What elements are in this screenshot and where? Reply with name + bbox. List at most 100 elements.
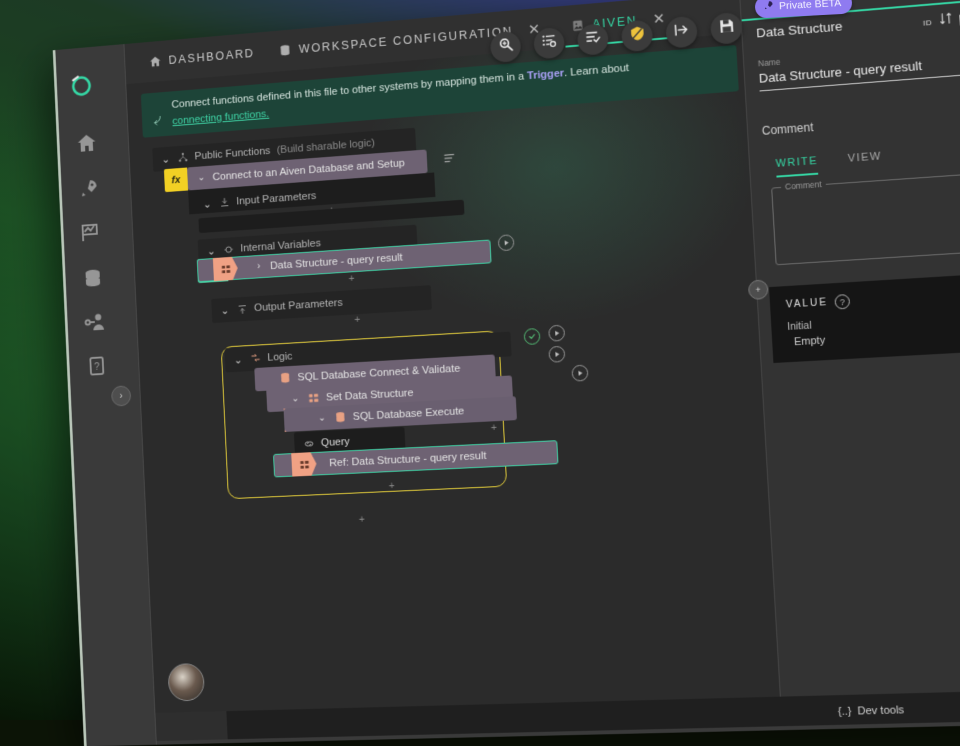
database-icon [278, 43, 292, 58]
value-panel-label: VALUE [786, 297, 829, 310]
play-circle-icon[interactable] [548, 325, 565, 342]
share-nodes-icon [176, 151, 188, 164]
chevron-down-icon[interactable]: ⌄ [206, 244, 216, 257]
node-data-structure-label: Data Structure - query result [270, 252, 403, 272]
sql-db-icon [278, 371, 291, 385]
set-data-icon [306, 391, 319, 405]
add-logic-step-2[interactable]: + [388, 480, 395, 492]
list-lines-icon[interactable] [442, 151, 456, 165]
group-logic-label: Logic [267, 351, 293, 364]
arrow-to-line-icon [673, 21, 691, 43]
connecting-functions-link[interactable]: connecting functions. [172, 108, 269, 127]
comment-section-header[interactable]: Comment ⌃ [762, 106, 960, 138]
id-label[interactable]: ID [923, 18, 933, 28]
function-badge: fx [164, 167, 188, 192]
group-public-functions-label: Public Functions [194, 145, 270, 162]
sidebar-item-monitor[interactable] [79, 220, 103, 245]
panel-grip-label: + [755, 285, 761, 295]
indent-button[interactable] [665, 16, 698, 49]
chevron-down-icon[interactable]: ⌄ [233, 353, 244, 366]
initial-value: Empty [794, 335, 826, 348]
sidebar-item-home[interactable] [75, 130, 99, 155]
properties-mini-toolbar: ID ? [922, 8, 960, 32]
app-logo-icon[interactable] [69, 72, 95, 99]
logic-icon [249, 352, 261, 365]
initial-value-label: Initial [787, 320, 812, 333]
node-query-label: Query [321, 436, 350, 449]
main-area: DASHBOARD WORKSPACE CONFIGURATION ✕ AIVE… [124, 0, 960, 745]
banner-text-before: Connect functions defined in this file t… [171, 71, 527, 111]
private-beta-label: Private BETA [778, 0, 841, 12]
node-set-data-structure-label: Set Data Structure [326, 387, 414, 403]
list-settings-button[interactable] [533, 27, 565, 60]
sidebar-item-data[interactable] [81, 265, 105, 290]
input-icon [218, 196, 230, 209]
output-icon [236, 303, 248, 316]
sidebar-item-access[interactable] [83, 309, 107, 334]
panel-resize-grip[interactable]: + [748, 279, 769, 300]
rail-collapse-button[interactable]: › [111, 385, 131, 406]
dev-tools-button[interactable]: {..} Dev tools [838, 704, 905, 718]
trigger-link[interactable]: Trigger [527, 68, 565, 82]
node-sql-database-execute-label: SQL Database Execute [353, 405, 465, 422]
chevron-down-icon[interactable]: ⌄ [160, 153, 170, 166]
list-gear-icon [540, 32, 557, 54]
link-icon [302, 437, 314, 450]
tab-write[interactable]: WRITE [775, 155, 818, 177]
dev-tools-label: Dev tools [857, 704, 904, 717]
application-window: ? › DASHBOARD WORKSPACE [53, 0, 960, 746]
sort-arrows-icon[interactable] [939, 12, 953, 31]
banner-text-middle: . Learn about [564, 62, 630, 79]
properties-title: Data Structure [756, 19, 843, 41]
group-input-parameters-label: Input Parameters [236, 190, 316, 207]
play-circle-icon[interactable] [571, 365, 588, 382]
breadcrumb[interactable]: Stuart's Team / Use Cases and Connectors [366, 739, 594, 746]
search-zoom-button[interactable] [490, 31, 522, 64]
tab-workspace-configuration-label: WORKSPACE CONFIGURATION [299, 25, 514, 56]
list-check-button[interactable] [577, 23, 609, 56]
editor-canvas[interactable]: Connect functions defined in this file t… [126, 33, 781, 713]
chevron-down-icon[interactable]: ⌄ [317, 413, 328, 424]
value-panel-header: VALUE ? [786, 294, 851, 312]
shield-icon [628, 25, 646, 47]
add-logic-step[interactable]: + [491, 422, 498, 434]
sidebar-item-help[interactable]: ? [85, 353, 109, 378]
bulb-icon [444, 743, 453, 746]
svg-text:?: ? [94, 362, 100, 373]
play-circle-icon[interactable] [548, 346, 565, 363]
chevron-down-icon[interactable]: ⌄ [202, 198, 212, 211]
shield-button[interactable] [621, 19, 654, 52]
help-icon[interactable]: ? [834, 294, 850, 310]
save-button[interactable] [710, 12, 743, 45]
chevron-right-icon[interactable]: › [254, 261, 264, 272]
name-field[interactable]: Name Data Structure - query result [758, 39, 960, 91]
chevron-down-icon[interactable]: ⌄ [196, 173, 206, 184]
chevron-down-icon[interactable]: ⌄ [220, 304, 230, 317]
sql-db-icon [333, 410, 347, 424]
comment-input[interactable]: Comment [771, 171, 960, 265]
group-output-parameters-label: Output Parameters [254, 297, 343, 314]
search-plus-icon [497, 36, 514, 58]
home-icon [148, 54, 162, 69]
comment-section-label: Comment [762, 120, 814, 137]
value-panel: VALUE ? Initial Empty [769, 271, 960, 363]
comment-tabs: WRITE VIEW [775, 151, 882, 178]
add-output-parameter[interactable]: + [354, 314, 360, 326]
add-internal-variable[interactable]: + [348, 273, 354, 285]
sidebar-item-launch[interactable] [77, 176, 101, 201]
rail-collapse-label: › [119, 391, 122, 401]
group-public-functions-hint: (Build sharable logic) [276, 137, 375, 156]
add-logic-block[interactable]: + [359, 514, 366, 526]
check-circle-icon [524, 328, 541, 345]
node-ref-data-structure-label: Ref: Data Structure - query result [329, 450, 487, 469]
comment-input-label: Comment [781, 179, 826, 192]
variable-icon [222, 243, 234, 256]
chevron-down-icon[interactable]: ⌄ [290, 394, 301, 405]
floppy-save-icon [717, 17, 735, 40]
rocket-icon [762, 0, 774, 14]
list-check-icon [584, 28, 601, 50]
breadcrumb-project[interactable]: Use Cases and Connectors [459, 739, 594, 746]
dev-tools-brackets: {..} [838, 706, 852, 718]
curved-arrow-icon [151, 114, 164, 128]
tab-view[interactable]: VIEW [847, 151, 882, 173]
